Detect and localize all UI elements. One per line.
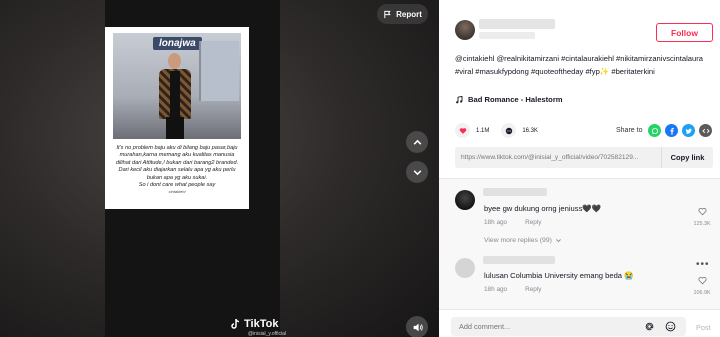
view-replies-label: View more replies (99): [484, 237, 552, 244]
author-name-redacted: [479, 19, 555, 29]
music-link[interactable]: Bad Romance - Halestorm: [455, 95, 563, 104]
quote-line: murahan,karna memang aku kualitas manusi…: [119, 152, 235, 159]
comment-bubble-icon: [505, 127, 513, 134]
video-description: @cintakiehl @realnikitamirzani #cintalau…: [455, 54, 703, 76]
previous-video-button[interactable]: [406, 131, 428, 153]
author-avatar[interactable]: [455, 20, 475, 40]
comment-time: 18h ago: [484, 286, 508, 293]
heart-outline-icon: [697, 276, 707, 285]
report-label: Report: [396, 9, 422, 19]
emoji-icon[interactable]: [665, 321, 676, 332]
chevron-down-icon: [555, 239, 561, 243]
quote-line: It's no problem baju aku di bilang baju …: [116, 145, 238, 151]
share-whatsapp-button[interactable]: [648, 124, 661, 137]
photo-background-window: [199, 41, 239, 101]
embed-code-icon: [701, 128, 710, 133]
comment-time: 18h ago: [484, 219, 508, 226]
chevron-up-icon: [413, 139, 421, 145]
watermark-text: TikTok: [244, 318, 279, 330]
comment-text: byee gw dukung orng jeniuss🖤🖤: [484, 204, 602, 213]
share-link-box: https://www.tiktok.com/@inisial_y_offici…: [455, 147, 713, 168]
engagement-stats: 1.1M 16.3K: [455, 123, 550, 138]
whatsapp-icon: [651, 127, 658, 134]
mention-at-icon[interactable]: [644, 321, 655, 332]
flag-icon: [384, 10, 391, 18]
mute-toggle-button[interactable]: [406, 316, 428, 337]
video-quote-text: It's no problem baju aku di bilang baju …: [111, 145, 243, 195]
share-twitter-button[interactable]: [682, 124, 695, 137]
video-info-panel: Follow @cintakiehl @realnikitamirzani #c…: [439, 0, 720, 337]
view-more-replies-button[interactable]: View more replies (99): [484, 237, 562, 244]
tiktok-watermark: TikTok: [230, 318, 278, 330]
commenter-name-redacted: [483, 256, 555, 264]
comments-list: [439, 179, 720, 309]
comment-like-button[interactable]: 106.9K: [692, 272, 712, 296]
photo-person: [159, 53, 191, 139]
comment-text: lulusan Columbia University emang beda 😭: [484, 271, 634, 280]
share-label: Share to: [616, 127, 643, 134]
follow-button[interactable]: Follow: [656, 23, 713, 42]
quote-signature: cintakiehl: [168, 189, 186, 195]
author-handle-redacted: [479, 32, 535, 39]
watermark-username: @inisial_y.official: [248, 331, 286, 337]
comment-like-button[interactable]: 125.3K: [692, 203, 712, 227]
video-player[interactable]: lonajwa It's no problem baju aku di bila…: [0, 0, 439, 337]
facebook-icon: [669, 127, 674, 135]
comment-button[interactable]: [501, 123, 517, 138]
comment-like-count: 125.3K: [693, 221, 711, 227]
quote-line: dilihat dari Attitude,! bukan dari baran…: [115, 159, 239, 166]
comment-meta: 18h ago Reply: [484, 219, 541, 226]
quote-line: So i dont care what people say: [138, 182, 216, 189]
like-count: 1.1M: [476, 127, 490, 134]
next-video-button[interactable]: [406, 161, 428, 183]
share-facebook-button[interactable]: [665, 124, 678, 137]
reply-button[interactable]: Reply: [525, 219, 541, 226]
music-note-icon: [456, 95, 463, 103]
more-options-icon[interactable]: •••: [696, 259, 710, 270]
copy-link-button[interactable]: Copy link: [661, 147, 713, 168]
quote-line: bukan apa yg aku sukai.: [146, 174, 208, 181]
tiktok-logo-icon: [231, 318, 240, 329]
share-embed-button[interactable]: [699, 124, 712, 137]
report-button[interactable]: Report: [377, 4, 428, 24]
comment-count: 16.3K: [522, 127, 539, 134]
music-title: Bad Romance - Halestorm: [468, 95, 563, 104]
heart-outline-icon: [697, 207, 707, 216]
chevron-down-icon: [413, 169, 421, 175]
speaker-icon: [413, 323, 423, 331]
commenter-name-redacted: [483, 188, 547, 196]
post-comment-button[interactable]: Post: [696, 323, 711, 332]
video-photo: lonajwa: [113, 33, 241, 139]
photo-sign-text: lonajwa: [153, 37, 202, 50]
like-button[interactable]: [455, 123, 470, 138]
comment-like-count: 106.9K: [693, 290, 711, 296]
reply-button[interactable]: Reply: [525, 286, 541, 293]
comment-composer: Post: [439, 309, 720, 337]
commenter-avatar[interactable]: [455, 190, 475, 210]
quote-line: Dari kecil aku diajarkan selalu apa yg a…: [118, 167, 236, 174]
tiktok-video-page: lonajwa It's no problem baju aku di bila…: [0, 0, 720, 337]
comment-meta: 18h ago Reply: [484, 286, 541, 293]
share-link-url[interactable]: https://www.tiktok.com/@inisial_y_offici…: [455, 154, 661, 161]
twitter-icon: [685, 128, 692, 134]
video-content-card: lonajwa It's no problem baju aku di bila…: [105, 27, 249, 209]
heart-icon: [459, 127, 466, 134]
commenter-avatar[interactable]: [455, 258, 475, 278]
